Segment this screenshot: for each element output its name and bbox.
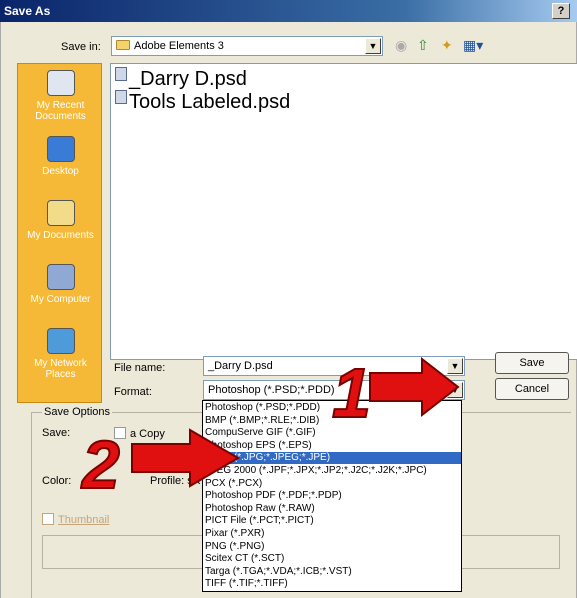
place-label: My Network Places <box>34 358 87 380</box>
recent-documents-icon <box>46 70 75 96</box>
dropdown-option[interactable]: Photoshop Raw (*.RAW) <box>203 503 461 515</box>
dropdown-option[interactable]: PNG (*.PNG) <box>203 541 461 553</box>
save-button[interactable]: Save <box>495 352 569 374</box>
place-desktop[interactable]: Desktop <box>18 136 103 177</box>
save-options-label: Save Options <box>42 406 113 418</box>
cancel-button[interactable]: Cancel <box>495 378 569 400</box>
my-documents-icon <box>46 200 75 226</box>
views-menu-icon[interactable]: ▦▾ <box>463 37 483 53</box>
up-folder-icon[interactable]: ⇧ <box>417 37 429 53</box>
desktop-icon <box>46 136 75 162</box>
file-list[interactable]: _Darry D.psd Tools Labeled.psd <box>110 63 577 360</box>
place-network[interactable]: My Network Places <box>18 328 103 380</box>
file-name-value: _Darry D.psd <box>208 360 273 372</box>
list-item[interactable]: Tools Labeled.psd <box>115 90 290 114</box>
network-places-icon <box>46 328 75 354</box>
format-value: Photoshop (*.PSD;*.PDD) <box>208 384 335 396</box>
place-label: My Computer <box>30 294 91 305</box>
callout-number-1: 1 <box>332 354 371 431</box>
back-arrow-icon[interactable]: ◉ <box>395 37 407 53</box>
format-label: Format: <box>114 386 152 398</box>
save-in-label: Save in: <box>61 41 101 53</box>
dropdown-option[interactable]: Scitex CT (*.SCT) <box>203 553 461 565</box>
place-my-computer[interactable]: My Computer <box>18 264 103 305</box>
window-title: Save As <box>4 4 51 18</box>
dropdown-option[interactable]: PICT File (*.PCT;*.PICT) <box>203 515 461 527</box>
title-bar[interactable]: Save As ? <box>0 0 577 22</box>
file-name-label: File name: <box>114 362 166 374</box>
psd-file-icon <box>115 67 127 81</box>
dropdown-option[interactable]: Pixar (*.PXR) <box>203 528 461 540</box>
save-in-combo[interactable]: Adobe Elements 3 ▼ <box>111 36 383 56</box>
places-bar: My Recent Documents Desktop My Documents… <box>17 63 102 403</box>
callout-number-2: 2 <box>80 427 120 498</box>
thumbnail-option[interactable]: Thumbnail <box>42 513 109 526</box>
callout-arrow-1: 1 <box>331 353 460 431</box>
chevron-down-icon[interactable]: ▼ <box>365 38 381 54</box>
checkbox[interactable] <box>42 513 54 525</box>
place-label: Desktop <box>42 166 79 177</box>
dropdown-option[interactable]: Targa (*.TGA;*.VDA;*.ICB;*.VST) <box>203 566 461 578</box>
my-computer-icon <box>46 264 75 290</box>
psd-file-icon <box>115 90 127 104</box>
color-label: Color: <box>42 475 72 487</box>
file-name: Tools Labeled.psd <box>129 91 291 113</box>
list-item[interactable]: _Darry D.psd <box>115 67 247 91</box>
place-label: My Recent Documents <box>35 100 86 122</box>
folder-icon <box>116 40 130 50</box>
save-in-value: Adobe Elements 3 <box>134 40 224 52</box>
dropdown-option[interactable]: TIFF (*.TIF;*.TIFF) <box>203 578 461 590</box>
thumbnail-label: Thumbnail <box>58 514 110 526</box>
place-my-documents[interactable]: My Documents <box>18 200 103 241</box>
new-folder-icon[interactable]: ✦ <box>441 37 453 53</box>
place-label: My Documents <box>27 230 94 241</box>
help-button[interactable]: ? <box>552 3 570 19</box>
file-name: _Darry D.psd <box>129 68 247 90</box>
callout-arrow-2: 2 <box>80 426 240 498</box>
place-recent-documents[interactable]: My Recent Documents <box>18 70 103 122</box>
save-label: Save: <box>42 427 71 439</box>
